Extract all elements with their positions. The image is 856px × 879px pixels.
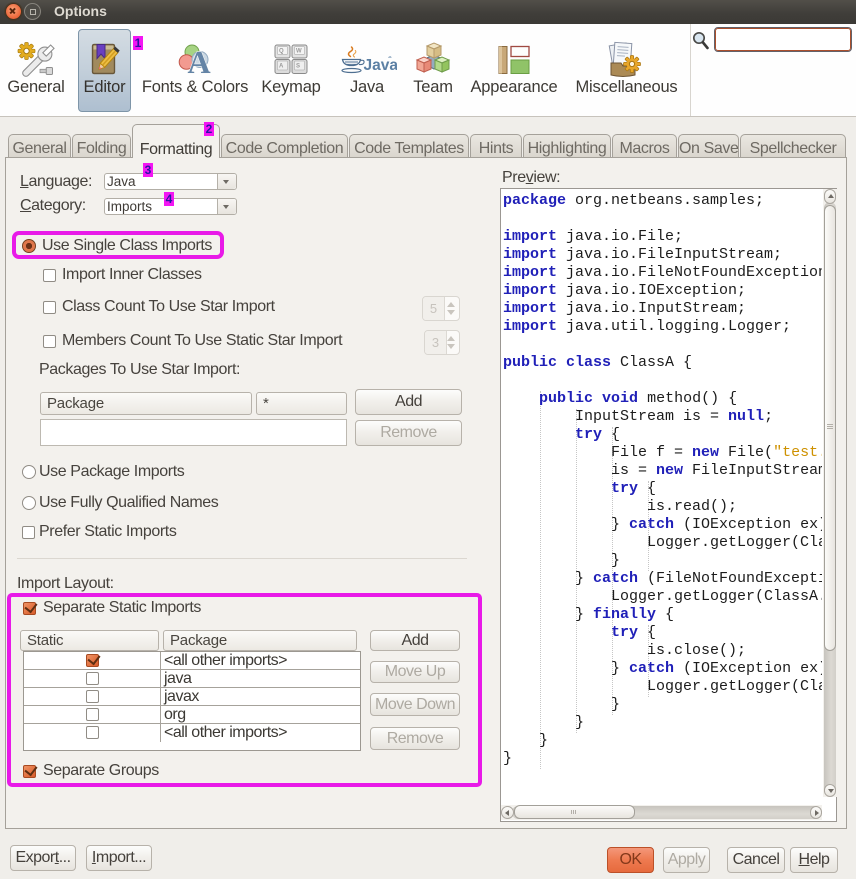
svg-text:Java: Java (364, 57, 398, 74)
svg-text:A: A (187, 44, 210, 76)
svg-text:S: S (296, 64, 300, 70)
svg-text:A: A (279, 64, 284, 70)
svg-text:W: W (296, 49, 302, 55)
svg-text:Q: Q (279, 49, 284, 55)
